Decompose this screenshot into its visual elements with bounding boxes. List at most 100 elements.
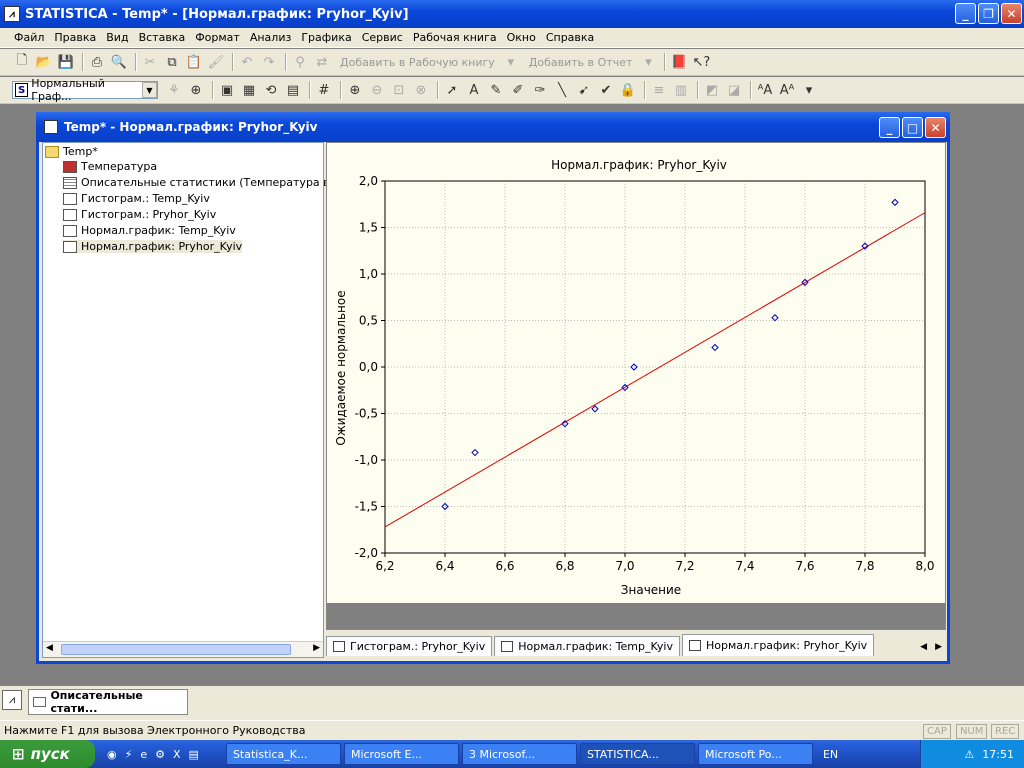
tab-normal-temp[interactable]: Нормал.график: Temp_Kyiv [494, 636, 680, 656]
quicklaunch-icon[interactable]: ⚙ [155, 748, 165, 761]
paste-icon[interactable]: 📋 [184, 52, 204, 72]
quicklaunch-icon[interactable]: ▤ [189, 748, 199, 761]
check-tool-icon[interactable]: ✔ [596, 80, 616, 100]
chevron-down-icon[interactable]: ▾ [501, 52, 521, 72]
restore-button[interactable]: ❐ [978, 3, 999, 24]
arrow-tool-icon[interactable]: ➹ [574, 80, 594, 100]
analysis-button[interactable]: Описательные стати... [28, 689, 188, 715]
workbook-tree: Temp* Температура Описательные статистик… [42, 142, 355, 658]
minimize-button[interactable]: _ [955, 3, 976, 24]
help-pointer-icon[interactable]: ↖? [691, 52, 711, 72]
line-tool-icon[interactable]: ╲ [552, 80, 572, 100]
marker-tool-icon[interactable]: ✑ [530, 80, 550, 100]
replace-icon[interactable]: ⇄ [312, 52, 332, 72]
add-to-report-button[interactable]: Добавить в Отчет [529, 56, 633, 69]
language-indicator[interactable]: EN [823, 748, 838, 761]
menu-workbook[interactable]: Рабочая книга [413, 31, 497, 44]
cut-icon[interactable]: ✂ [140, 52, 160, 72]
tab-histogram-pryhor[interactable]: Гистограм.: Pryhor_Kyiv [326, 636, 493, 656]
undo-icon[interactable]: ↶ [237, 52, 257, 72]
new-icon[interactable]: 🗋 [12, 52, 32, 72]
ie-icon[interactable]: e [140, 748, 147, 761]
font-size-up-icon[interactable]: ᴬA [755, 80, 775, 100]
statistica-app-icon[interactable]: ⩘ [4, 6, 20, 22]
menu-graphics[interactable]: Графика [301, 31, 351, 44]
statistica-app-icon[interactable]: ⩘ [2, 690, 22, 710]
print-preview-icon[interactable]: 🔍 [109, 52, 129, 72]
quicklaunch-icon[interactable]: ⚡ [125, 748, 133, 761]
menu-tools[interactable]: Сервис [362, 31, 403, 44]
menu-insert[interactable]: Вставка [139, 31, 186, 44]
open-folder-icon[interactable]: 📂 [34, 52, 54, 72]
chevron-down-icon[interactable]: ▾ [799, 80, 819, 100]
menu-format[interactable]: Формат [195, 31, 240, 44]
zoom-in-icon[interactable]: ⊕ [345, 80, 365, 100]
tab-scroll-right-icon[interactable]: ▶ [931, 642, 946, 656]
normal-probability-plot[interactable]: Нормал.график: Pryhor_Kyiv Значение Ожид… [327, 143, 945, 629]
menu-window[interactable]: Окно [507, 31, 536, 44]
tab-scroll-left-icon[interactable]: ◀ [916, 642, 931, 656]
menu-view[interactable]: Вид [106, 31, 128, 44]
print-icon[interactable]: ⎙ [87, 52, 107, 72]
scroll-right-icon[interactable]: ▶ [313, 643, 320, 653]
distribute-icon[interactable]: ▥ [671, 80, 691, 100]
edit-tool-icon[interactable]: ✎ [486, 80, 506, 100]
tab-normal-pryhor[interactable]: Нормал.график: Pryhor_Kyiv [682, 634, 875, 656]
graph-data-icon[interactable]: ▤ [283, 80, 303, 100]
tree-item[interactable]: Гистограм.: Pryhor_Kyiv [63, 208, 216, 221]
graph-type-select[interactable]: S Нормальный Граф... ▼ [12, 77, 158, 103]
redo-icon[interactable]: ↷ [259, 52, 279, 72]
chevron-down-icon[interactable]: ▾ [638, 52, 658, 72]
child-maximize-button[interactable]: □ [902, 117, 923, 138]
task-powerpoint[interactable]: Microsoft Po... [697, 743, 813, 765]
graph-refresh-icon[interactable]: ⟲ [261, 80, 281, 100]
zoom-reset-icon[interactable]: ⊗ [411, 80, 431, 100]
tree-item-selected[interactable]: Нормал.график: Pryhor_Kyiv [63, 240, 243, 253]
send-back-icon[interactable]: ◪ [724, 80, 744, 100]
task-word[interactable]: 3 Microsof... [461, 743, 577, 765]
comment-tool-icon[interactable]: ✐ [508, 80, 528, 100]
lock-icon[interactable]: 🔒 [618, 80, 638, 100]
grid-icon[interactable]: # [314, 80, 334, 100]
copy-icon[interactable]: ⧉ [162, 52, 182, 72]
align-icon[interactable]: ≡ [649, 80, 669, 100]
graph-layout-icon[interactable]: ▦ [239, 80, 259, 100]
add-to-workbook-button[interactable]: Добавить в Рабочую книгу [340, 56, 495, 69]
quicklaunch-icon[interactable]: ◉ [107, 748, 117, 761]
menu-file[interactable]: Файл [14, 31, 44, 44]
chevron-down-icon[interactable]: ▼ [141, 82, 157, 98]
menu-edit[interactable]: Правка [54, 31, 96, 44]
child-minimize-button[interactable]: _ [879, 117, 900, 138]
tree-item[interactable]: Нормал.график: Temp_Kyiv [63, 224, 236, 237]
find-binoculars-icon[interactable]: ⚲ [290, 52, 310, 72]
task-statistica-folder[interactable]: Statistica_K... [225, 743, 341, 765]
tray-icon[interactable]: ⚠ [964, 748, 974, 761]
excel-icon[interactable]: X [173, 748, 181, 761]
tree-horizontal-scrollbar[interactable]: ◀ ▶ [43, 641, 323, 657]
start-button[interactable]: ⊞ пуск [0, 740, 95, 768]
tree-item[interactable]: Температура [63, 160, 157, 173]
format-painter-icon[interactable]: 🖌 [206, 52, 226, 72]
menu-analysis[interactable]: Анализ [250, 31, 292, 44]
select-pointer-icon[interactable]: ➚ [442, 80, 462, 100]
text-tool-icon[interactable]: A [464, 80, 484, 100]
task-statistica[interactable]: STATISTICA... [579, 743, 695, 765]
graph-options-icon[interactable]: ▣ [217, 80, 237, 100]
zoom-select-icon[interactable]: ⊕ [186, 80, 206, 100]
menu-help[interactable]: Справка [546, 31, 594, 44]
brush-icon[interactable]: ⚘ [164, 80, 184, 100]
child-close-button[interactable]: ✕ [925, 117, 946, 138]
tree-root[interactable]: Temp* [45, 145, 98, 158]
book-icon[interactable]: 📕 [669, 52, 689, 72]
tree-item[interactable]: Гистограм.: Temp_Kyiv [63, 192, 210, 205]
scroll-left-icon[interactable]: ◀ [46, 643, 53, 653]
zoom-fit-icon[interactable]: ⊡ [389, 80, 409, 100]
scroll-thumb[interactable] [61, 644, 291, 655]
save-icon[interactable]: 💾 [56, 52, 76, 72]
bring-front-icon[interactable]: ◩ [702, 80, 722, 100]
task-excel[interactable]: Microsoft E... [343, 743, 459, 765]
tree-item[interactable]: Описательные статистики (Температура в Т… [63, 176, 355, 189]
close-button[interactable]: ✕ [1001, 3, 1022, 24]
zoom-out-icon[interactable]: ⊖ [367, 80, 387, 100]
font-size-down-icon[interactable]: Aᴬ [777, 80, 797, 100]
